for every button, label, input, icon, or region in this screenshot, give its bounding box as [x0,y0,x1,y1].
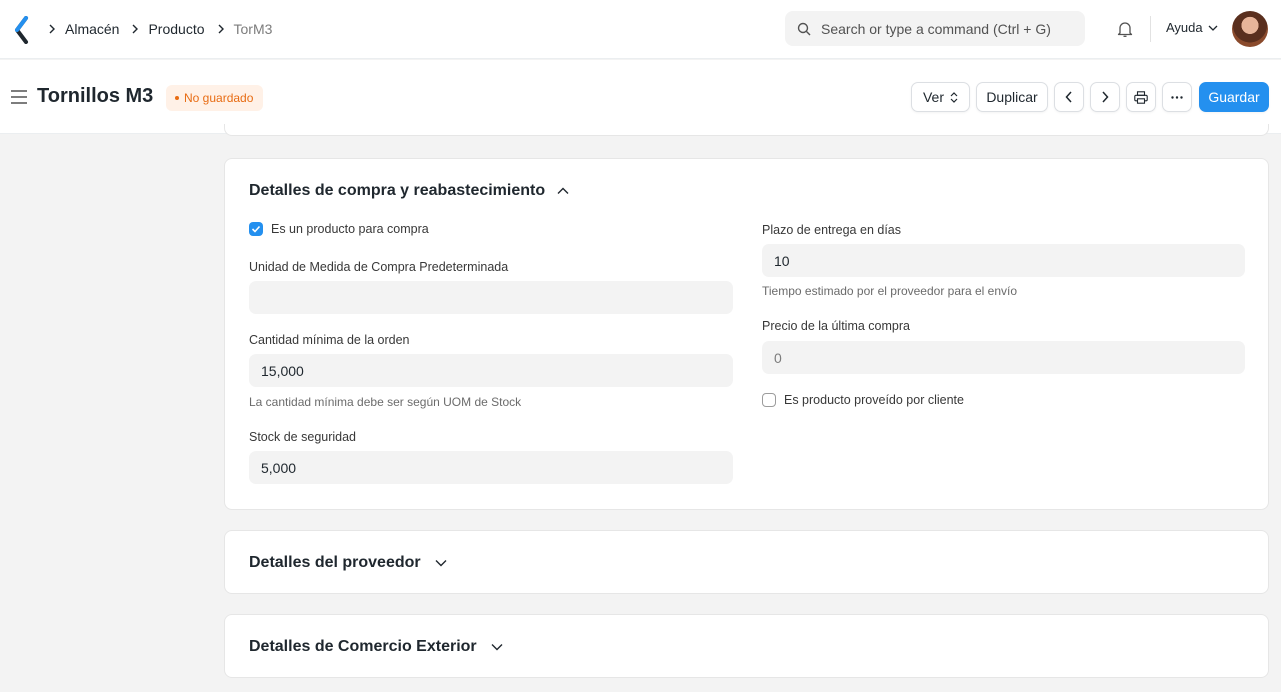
chevron-down-icon [491,644,503,651]
field-label: Unidad de Medida de Compra Predeterminad… [249,260,509,274]
chevron-right-icon [131,24,139,34]
status-dot-icon [175,96,179,100]
chevron-left-icon [1065,91,1072,103]
chevron-right-icon [1102,91,1109,103]
status-badge-label: No guardado [184,91,254,105]
view-button[interactable]: Ver [911,82,970,112]
view-button-label: Ver [922,89,944,105]
chevron-down-icon [1208,25,1218,31]
more-actions-button[interactable] [1162,82,1192,112]
section-header-foreign-trade[interactable]: Detalles de Comercio Exterior [249,638,503,656]
section-title: Detalles de Comercio Exterior [249,638,477,655]
previous-button[interactable] [1054,82,1084,112]
field-label: Precio de la última compra [762,319,910,333]
chevron-down-icon [435,560,447,567]
section-header-supplier[interactable]: Detalles del proveedor [249,554,447,572]
checkbox-checked-icon [249,222,263,236]
notification-bell-icon[interactable] [1116,20,1134,38]
search-input[interactable]: Search or type a command (Ctrl + G) [785,11,1085,46]
save-button[interactable]: Guardar [1199,82,1269,112]
print-button[interactable] [1126,82,1156,112]
duplicate-button-label: Duplicar [986,89,1038,105]
supplier-section-card: Detalles del proveedor [224,530,1269,594]
sort-icon [950,91,958,103]
sidebar-toggle-icon[interactable] [11,90,27,104]
breadcrumb-current[interactable]: TorM3 [234,21,273,37]
section-title: Detalles del proveedor [249,554,421,571]
section-header-purchase[interactable]: Detalles de compra y reabastecimiento [249,182,569,200]
breadcrumb-producto[interactable]: Producto [148,21,204,37]
min-order-qty-field[interactable]: 15,000 [249,354,733,387]
last-purchase-rate-field: 0 [762,341,1245,374]
search-icon [797,22,811,35]
breadcrumb-almacen[interactable]: Almacén [65,21,119,37]
user-avatar[interactable] [1232,11,1268,47]
status-badge: No guardado [166,85,264,111]
top-navbar: Almacén Producto TorM3 Search or type a … [0,0,1281,59]
chevron-right-icon [48,24,56,34]
section-title: Detalles de compra y reabastecimiento [249,182,546,199]
field-label: Stock de seguridad [249,430,357,444]
ellipsis-icon [1171,95,1183,99]
printer-icon [1134,90,1148,104]
foreign-trade-section-card: Detalles de Comercio Exterior [224,614,1269,678]
page-head: Tornillos M3 No guardado Ver Duplicar Gu… [0,60,1281,134]
checkbox-label: Es un producto para compra [271,222,429,236]
chevron-up-icon [557,187,569,194]
navbar-divider [1150,16,1151,42]
safety-stock-field[interactable]: 5,000 [249,451,733,484]
purchase-section-card: Detalles de compra y reabastecimiento Es… [224,158,1269,510]
field-hint: Tiempo estimado por el proveedor para el… [762,284,1018,298]
checkbox-label: Es producto proveído por cliente [784,393,964,407]
next-button[interactable] [1090,82,1120,112]
lead-time-days-field[interactable]: 10 [762,244,1245,277]
is-purchase-item-checkbox[interactable]: Es un producto para compra [249,222,429,236]
app-logo-icon[interactable] [12,16,32,44]
field-label: Cantidad mínima de la orden [249,333,410,347]
help-label: Ayuda [1166,20,1203,35]
checkbox-unchecked-icon [762,393,776,407]
field-hint: La cantidad mínima debe ser según UOM de… [249,395,522,409]
duplicate-button[interactable]: Duplicar [976,82,1048,112]
default-purchase-uom-field[interactable] [249,281,733,314]
is-customer-provided-checkbox[interactable]: Es producto proveído por cliente [762,393,964,407]
field-label: Plazo de entrega en días [762,223,901,237]
save-button-label: Guardar [1208,89,1260,105]
page-title: Tornillos M3 [37,85,154,107]
previous-card-edge [224,124,1269,136]
chevron-right-icon [217,24,225,34]
search-placeholder: Search or type a command (Ctrl + G) [821,20,1051,37]
help-dropdown[interactable]: Ayuda [1166,20,1218,35]
breadcrumb: Almacén Producto TorM3 [46,0,272,58]
